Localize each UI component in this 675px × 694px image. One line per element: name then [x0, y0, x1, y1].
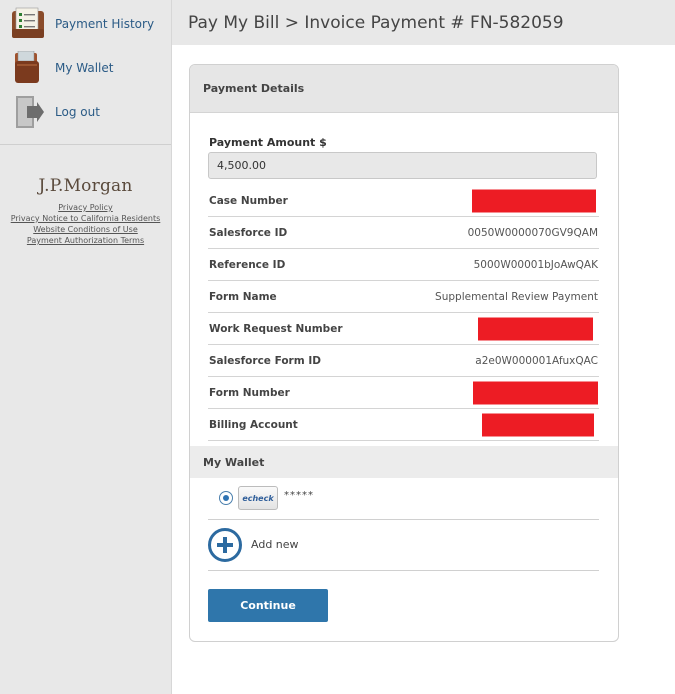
redacted-value	[478, 317, 593, 340]
page-header: Pay My Bill > Invoice Payment # FN-58205…	[172, 0, 675, 45]
sidebar-item-log-out[interactable]: Log out	[10, 92, 165, 132]
detail-value: a2e0W000001AfuxQAC	[475, 354, 598, 367]
redacted-value	[473, 381, 598, 404]
detail-row-billing-account: Billing Account	[208, 409, 599, 441]
website-conditions-link[interactable]: Website Conditions of Use	[0, 225, 171, 234]
add-new-payment-method[interactable]: Add new	[208, 520, 599, 571]
detail-value: Supplemental Review Payment	[435, 290, 598, 303]
logout-icon	[10, 94, 46, 130]
detail-row-case-number: Case Number	[208, 185, 599, 217]
payment-card: Payment Details Payment Amount $ Case Nu…	[189, 64, 619, 642]
detail-label: Billing Account	[209, 418, 298, 431]
detail-row-salesforce-id: Salesforce ID 0050W0000070GV9QAM	[208, 217, 599, 249]
payment-amount-input[interactable]	[208, 152, 597, 179]
detail-label: Salesforce Form ID	[209, 354, 321, 367]
sidebar-item-payment-history[interactable]: Payment History	[10, 4, 165, 44]
detail-row-form-number: Form Number	[208, 377, 599, 409]
sidebar-divider	[0, 144, 171, 145]
payment-method-radio[interactable]	[219, 491, 233, 505]
wallet-icon	[10, 50, 46, 86]
privacy-policy-link[interactable]: Privacy Policy	[0, 203, 171, 212]
detail-label: Form Number	[209, 386, 290, 399]
add-new-label: Add new	[251, 538, 299, 551]
detail-row-form-name: Form Name Supplemental Review Payment	[208, 281, 599, 313]
detail-row-reference-id: Reference ID 5000W00001bJoAwQAK	[208, 249, 599, 281]
jp-morgan-logo: J.P.Morgan	[38, 176, 133, 196]
continue-button[interactable]: Continue	[208, 589, 328, 622]
detail-value: 5000W00001bJoAwQAK	[473, 258, 598, 271]
masked-account-number: *****	[284, 490, 314, 501]
my-wallet-heading: My Wallet	[203, 455, 265, 469]
payment-amount-label: Payment Amount $	[209, 136, 327, 149]
echeck-badge-icon: echeck	[238, 486, 278, 510]
detail-label: Form Name	[209, 290, 277, 303]
add-circle-icon[interactable]	[208, 528, 242, 562]
my-wallet-header: My Wallet	[190, 446, 618, 478]
detail-label: Salesforce ID	[209, 226, 288, 239]
detail-label: Work Request Number	[209, 322, 343, 335]
payment-history-icon	[10, 6, 46, 42]
redacted-value	[472, 189, 596, 212]
detail-row-work-request-number: Work Request Number	[208, 313, 599, 345]
detail-label: Case Number	[209, 194, 288, 207]
payment-details-heading: Payment Details	[203, 82, 305, 95]
sidebar-item-label: My Wallet	[55, 61, 114, 75]
sidebar-item-label: Log out	[55, 105, 100, 119]
sidebar-item-my-wallet[interactable]: My Wallet	[10, 48, 165, 88]
payment-authorization-terms-link[interactable]: Payment Authorization Terms	[0, 236, 171, 245]
payment-details-header: Payment Details	[190, 65, 618, 113]
detail-value: 0050W0000070GV9QAM	[467, 226, 598, 239]
sidebar: Payment History My Wallet Log out J.P.Mo…	[0, 0, 172, 694]
detail-label: Reference ID	[209, 258, 286, 271]
california-privacy-notice-link[interactable]: Privacy Notice to California Residents	[0, 214, 171, 223]
page-title: Pay My Bill > Invoice Payment # FN-58205…	[188, 12, 564, 33]
redacted-value	[482, 413, 594, 436]
sidebar-item-label: Payment History	[55, 17, 155, 31]
detail-row-salesforce-form-id: Salesforce Form ID a2e0W000001AfuxQAC	[208, 345, 599, 377]
wallet-payment-method[interactable]: echeck *****	[208, 479, 599, 520]
